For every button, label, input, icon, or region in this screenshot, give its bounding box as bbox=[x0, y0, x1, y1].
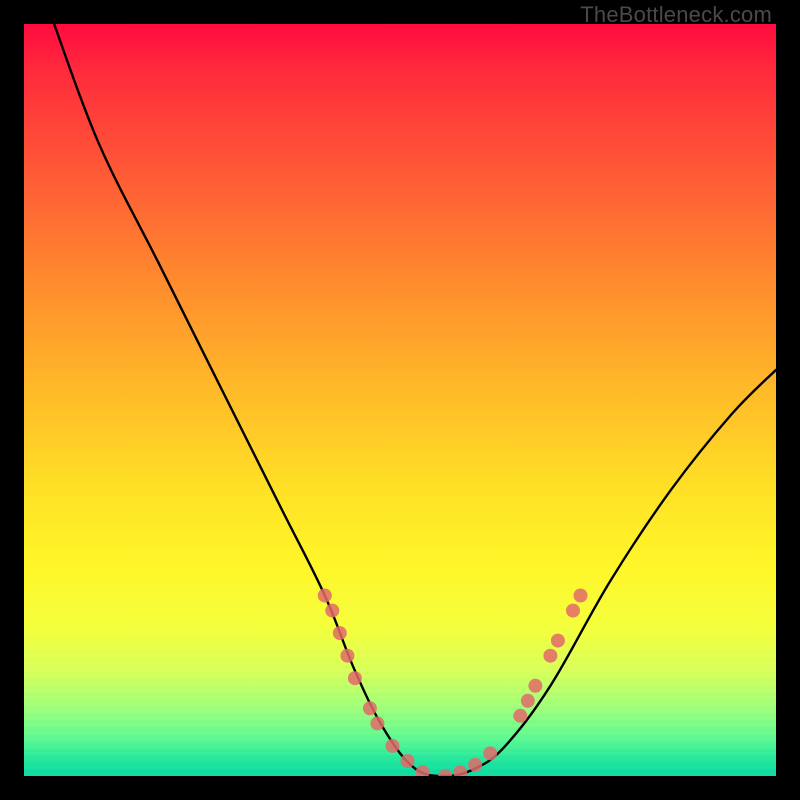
chart-frame bbox=[24, 24, 776, 776]
chart-background-gradient bbox=[24, 24, 776, 776]
